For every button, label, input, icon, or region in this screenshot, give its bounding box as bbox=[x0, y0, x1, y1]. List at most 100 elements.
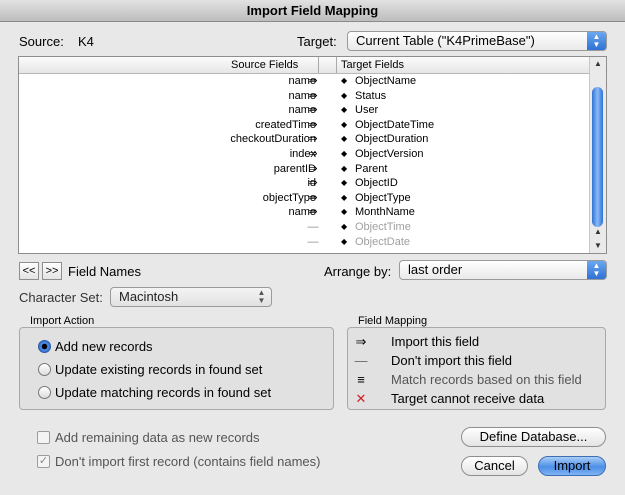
mapping-row[interactable]: — ◆ ObjectDate bbox=[19, 235, 591, 250]
target-field: ObjectVersion bbox=[355, 148, 424, 160]
arrange-by-value: last order bbox=[408, 262, 463, 277]
add-remaining-label[interactable]: Add remaining data as new records bbox=[55, 430, 260, 445]
reorder-handle-icon[interactable]: ◆ bbox=[341, 103, 347, 118]
mapping-arrow-icon[interactable]: ⇒ bbox=[306, 205, 320, 220]
source-field: checkoutDuration bbox=[230, 133, 316, 146]
list-scrollbar[interactable]: ▲ ▲ ▼ bbox=[589, 57, 606, 253]
reorder-handle-icon[interactable]: ◆ bbox=[341, 118, 347, 133]
character-set-value: Macintosh bbox=[119, 289, 179, 304]
import-button[interactable]: Import bbox=[538, 456, 606, 476]
mapping-row[interactable]: name ⇒ ◆ ObjectName bbox=[19, 74, 591, 89]
target-field: ObjectDate bbox=[355, 235, 411, 248]
target-popup[interactable]: Current Table ("K4PrimeBase") ▲ ▼ bbox=[347, 31, 607, 51]
source-label: Source: bbox=[19, 34, 64, 49]
import-arrow-icon: ⇒ bbox=[355, 334, 367, 349]
mapping-row[interactable]: name ⇒ ◆ MonthName bbox=[19, 205, 591, 220]
source-value: K4 bbox=[78, 34, 94, 49]
character-set-popup[interactable]: Macintosh ▲ ▼ bbox=[110, 287, 272, 307]
scroll-down-icon[interactable]: ▼ bbox=[590, 239, 606, 253]
cancel-button[interactable]: Cancel bbox=[461, 456, 528, 476]
add-remaining-checkbox[interactable] bbox=[37, 431, 50, 444]
mapping-arrow-icon[interactable]: — bbox=[306, 220, 320, 235]
mapping-arrow-icon[interactable]: ⇒ bbox=[306, 176, 320, 191]
field-mapping-list[interactable]: Source Fields Target Fields name ⇒ ◆ Object… bbox=[18, 56, 607, 254]
legend-import-label: Import this field bbox=[391, 334, 480, 349]
dont-import-first-checkbox[interactable]: ✓ bbox=[37, 455, 50, 468]
cannot-receive-x-icon: ✕ bbox=[355, 391, 367, 406]
mapping-arrow-icon[interactable]: ⇒ bbox=[306, 132, 320, 147]
reorder-handle-icon[interactable]: ◆ bbox=[341, 220, 347, 235]
popup-arrows-icon: ▲ ▼ bbox=[587, 261, 606, 279]
target-field: User bbox=[355, 104, 379, 117]
radio-update-matching[interactable] bbox=[38, 386, 51, 399]
target-field: ObjectID bbox=[355, 177, 398, 190]
mapping-row[interactable]: checkoutDuration ⇒ ◆ ObjectDuration bbox=[19, 132, 591, 147]
import-action-title: Import Action bbox=[30, 315, 95, 327]
target-field: ObjectName bbox=[355, 75, 417, 87]
mapping-row[interactable]: createdTime ⇒ ◆ ObjectDateTime bbox=[19, 118, 591, 133]
arrange-by-popup[interactable]: last order ▲ ▼ bbox=[399, 260, 607, 280]
match-equals-icon: ≡ bbox=[357, 372, 365, 387]
target-label: Target: bbox=[297, 34, 337, 49]
target-field: Parent bbox=[355, 162, 388, 175]
radio-update-matching-label[interactable]: Update matching records in found set bbox=[55, 385, 271, 400]
target-field: Status bbox=[355, 89, 387, 102]
mapping-arrow-icon[interactable]: ⇒ bbox=[306, 191, 320, 206]
next-record-button[interactable]: >> bbox=[42, 262, 62, 280]
radio-add-new-label[interactable]: Add new records bbox=[55, 339, 153, 354]
mapping-arrow-icon[interactable]: — bbox=[306, 235, 320, 250]
reorder-handle-icon[interactable]: ◆ bbox=[341, 132, 347, 147]
popup-arrows-icon: ▲ ▼ bbox=[257, 288, 266, 305]
radio-update-existing[interactable] bbox=[38, 363, 51, 376]
mapping-arrow-icon[interactable]: ⇒ bbox=[306, 162, 320, 177]
field-mapping-legend: ⇒ Import this field — Don't import this … bbox=[347, 327, 606, 410]
reorder-handle-icon[interactable]: ◆ bbox=[341, 147, 347, 162]
reorder-handle-icon[interactable]: ◆ bbox=[341, 205, 347, 220]
reorder-handle-icon[interactable]: ◆ bbox=[341, 162, 347, 177]
prev-record-button[interactable]: << bbox=[19, 262, 39, 280]
arrange-by-label: Arrange by: bbox=[324, 264, 392, 279]
mapping-row[interactable]: — ◆ ObjectTime bbox=[19, 220, 591, 235]
mapping-arrow-icon[interactable]: ⇒ bbox=[306, 147, 320, 162]
header-target-fields: Target Fields bbox=[341, 59, 404, 71]
dont-import-first-label[interactable]: Don't import first record (contains fiel… bbox=[55, 454, 320, 469]
mapping-row[interactable]: name ⇒ ◆ User bbox=[19, 103, 591, 118]
reorder-handle-icon[interactable]: ◆ bbox=[341, 176, 347, 191]
character-set-label: Character Set: bbox=[19, 290, 103, 305]
reorder-handle-icon[interactable]: ◆ bbox=[341, 235, 347, 250]
mapping-row[interactable]: objectType ⇒ ◆ ObjectType bbox=[19, 191, 591, 206]
target-popup-value: Current Table ("K4PrimeBase") bbox=[356, 33, 535, 48]
field-names-label: Field Names bbox=[68, 264, 141, 279]
legend-match-label: Match records based on this field bbox=[391, 372, 582, 387]
scroll-up-icon[interactable]: ▲ bbox=[590, 57, 606, 71]
header-source-fields: Source Fields bbox=[231, 59, 299, 71]
radio-update-existing-label[interactable]: Update existing records in found set bbox=[55, 362, 262, 377]
reorder-handle-icon[interactable]: ◆ bbox=[341, 89, 347, 104]
scroll-up-icon[interactable]: ▲ bbox=[590, 225, 606, 239]
target-field: ObjectType bbox=[355, 191, 411, 204]
scroll-thumb[interactable] bbox=[592, 87, 603, 227]
define-database-button[interactable]: Define Database... bbox=[461, 427, 606, 447]
legend-cannot-receive-label: Target cannot receive data bbox=[391, 391, 545, 406]
import-action-group: Add new records Update existing records … bbox=[19, 327, 334, 410]
target-field: ObjectDuration bbox=[355, 133, 429, 146]
mapping-arrow-icon[interactable]: ⇒ bbox=[306, 89, 320, 104]
legend-dont-import-label: Don't import this field bbox=[391, 353, 512, 368]
list-header: Source Fields Target Fields bbox=[19, 57, 589, 74]
mapping-row[interactable]: name ⇒ ◆ Status bbox=[19, 89, 591, 104]
mapping-row[interactable]: parentID ⇒ ◆ Parent bbox=[19, 162, 591, 177]
mapping-arrow-icon[interactable]: ⇒ bbox=[306, 103, 320, 118]
popup-arrows-icon: ▲ ▼ bbox=[587, 32, 606, 50]
mapping-row[interactable]: index ⇒ ◆ ObjectVersion bbox=[19, 147, 591, 162]
target-field: ObjectDateTime bbox=[355, 118, 435, 131]
radio-add-new[interactable] bbox=[38, 340, 51, 353]
target-field: MonthName bbox=[355, 206, 415, 219]
reorder-handle-icon[interactable]: ◆ bbox=[341, 191, 347, 206]
mapping-row[interactable]: id ⇒ ◆ ObjectID bbox=[19, 176, 591, 191]
window-title: Import Field Mapping bbox=[0, 0, 625, 22]
field-mapping-title: Field Mapping bbox=[358, 315, 428, 327]
mapping-arrow-icon[interactable]: ⇒ bbox=[306, 74, 320, 89]
reorder-handle-icon[interactable]: ◆ bbox=[341, 74, 347, 89]
dont-import-dash-icon: — bbox=[354, 353, 368, 368]
mapping-arrow-icon[interactable]: ⇒ bbox=[306, 118, 320, 133]
